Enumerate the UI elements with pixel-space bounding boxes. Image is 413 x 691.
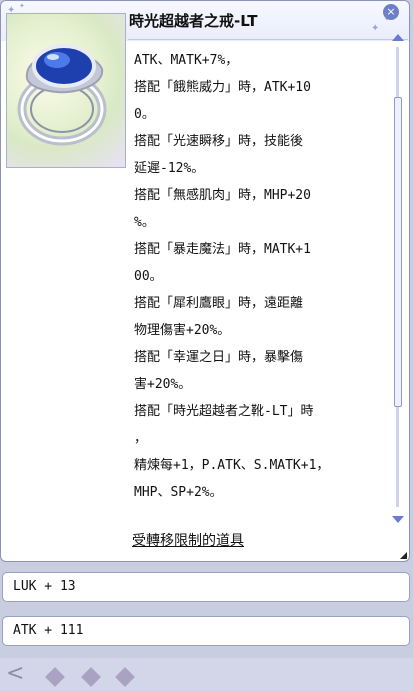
sapphire-ring-icon bbox=[17, 44, 107, 146]
sparkle-icon: ✦ bbox=[371, 23, 380, 34]
diamond-icon bbox=[45, 667, 65, 687]
description-line: 搭配「犀利鷹眼」時，遠距離 bbox=[134, 296, 304, 311]
description-line: 延遲-12%。 bbox=[134, 161, 205, 176]
description-line: 搭配「餓熊威力」時，ATK+10 bbox=[134, 80, 311, 95]
transfer-restriction-link[interactable]: 受轉移限制的道具 bbox=[132, 530, 244, 550]
description-line: 精煉每+1，P.ATK、S.MATK+1， bbox=[134, 458, 330, 473]
header-divider bbox=[128, 39, 408, 40]
description-line: 搭配「時光超越者之靴-LT」時 bbox=[134, 404, 314, 419]
scroll-thumb[interactable] bbox=[394, 97, 402, 407]
scroll-up-arrow-icon[interactable] bbox=[392, 34, 404, 41]
description-line: 搭配「光速瞬移」時，技能後 bbox=[134, 134, 304, 149]
description-line: 搭配「無感肌肉」時，MHP+20 bbox=[134, 188, 311, 203]
description-line: 0。 bbox=[134, 107, 155, 122]
description-line: 搭配「幸運之日」時，暴擊傷 bbox=[134, 350, 304, 365]
item-title: 時光超越者之戒-LT bbox=[129, 12, 258, 30]
description-line: ， bbox=[134, 431, 148, 446]
description-line: MHP、SP+2%。 bbox=[134, 485, 223, 500]
description-line: 害+20%。 bbox=[134, 377, 192, 392]
description-line: 搭配「暴走魔法」時，MATK+1 bbox=[134, 242, 311, 257]
item-description: ATK、MATK+7%， 搭配「餓熊威力」時，ATK+10 0。搭配「光速瞬移」時，… bbox=[134, 47, 384, 506]
resize-handle-icon[interactable] bbox=[400, 552, 407, 559]
diamond-icon bbox=[81, 667, 101, 687]
close-button[interactable]: × bbox=[383, 4, 399, 20]
bottom-strip: < bbox=[0, 658, 413, 691]
diamond-icon bbox=[115, 667, 135, 687]
sparkle-icon: ✦ bbox=[19, 2, 25, 10]
item-info-window: ✦ ✦ ✦ ✦ 時光超越者之戒-LT × ATK、MATK+7%，搭配「餓熊威力… bbox=[0, 0, 410, 562]
description-line: 00。 bbox=[134, 269, 163, 284]
description-line: ATK、MATK+7%， bbox=[134, 53, 239, 68]
stat-row-atk: ATK + 111 bbox=[2, 616, 410, 646]
description-scrollbar[interactable] bbox=[391, 31, 405, 529]
chevron-left-icon[interactable]: < bbox=[6, 660, 24, 688]
item-image bbox=[6, 13, 126, 168]
stat-row-luk: LUK + 13 bbox=[2, 572, 410, 602]
description-line: %。 bbox=[134, 215, 155, 230]
description-line: 物理傷害+20%。 bbox=[134, 323, 231, 338]
scroll-down-arrow-icon[interactable] bbox=[392, 516, 404, 523]
